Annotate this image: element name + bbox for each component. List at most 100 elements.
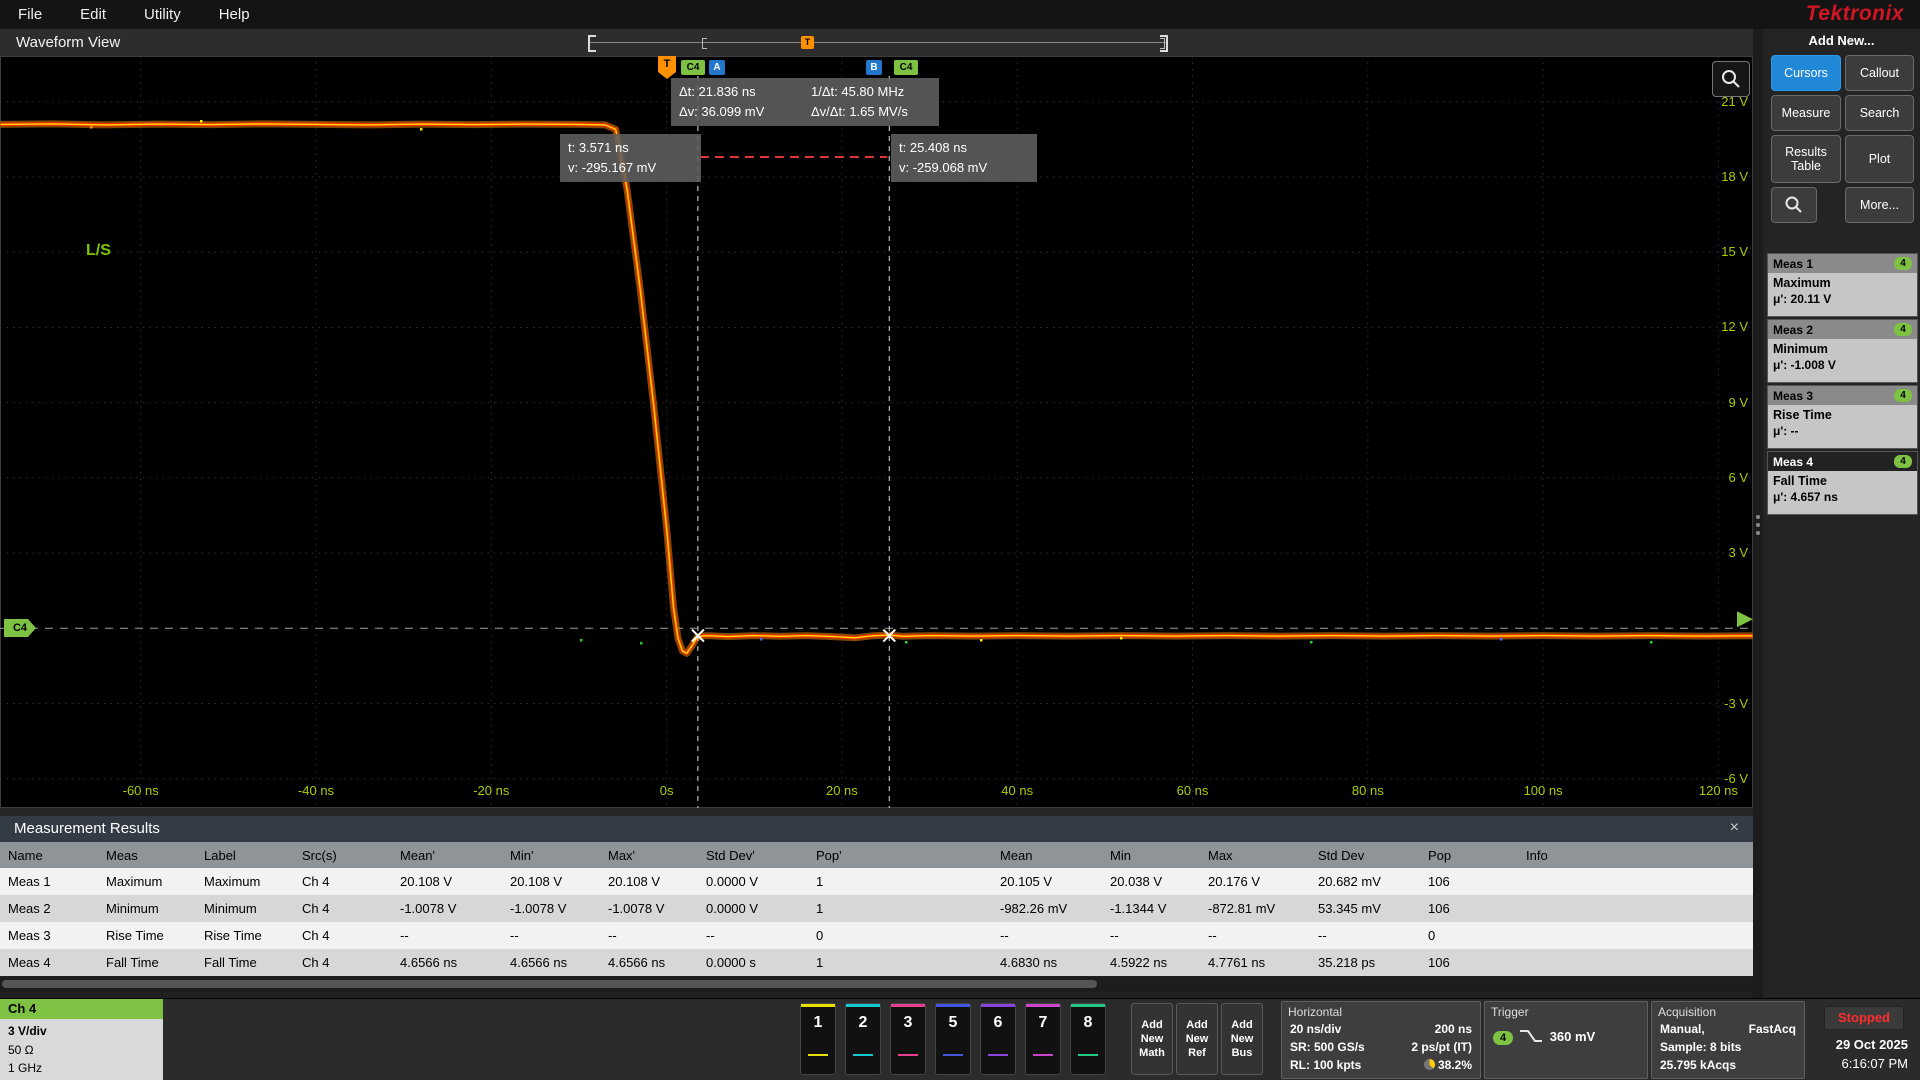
- callout-text[interactable]: L/S: [86, 242, 111, 260]
- cursor-a-time: t: 3.571 ns: [568, 138, 693, 158]
- status-time: 6:16:07 PM: [1842, 1056, 1909, 1071]
- results-row[interactable]: Meas 1MaximumMaximumCh 420.108 V20.108 V…: [0, 868, 1753, 895]
- add-new-ref-button[interactable]: Add New Ref: [1176, 1003, 1218, 1075]
- results-row[interactable]: Meas 3Rise TimeRise TimeCh 4--------0---…: [0, 922, 1753, 949]
- channel-1-button[interactable]: 1: [800, 1003, 836, 1075]
- cursor-b-source-badge: C4: [894, 60, 918, 75]
- trigger-position-marker[interactable]: T: [658, 56, 676, 72]
- results-row[interactable]: Meas 2MinimumMinimumCh 4-1.0078 V-1.0078…: [0, 895, 1753, 922]
- results-cell: 1: [808, 949, 892, 976]
- results-cell: 20.105 V: [992, 868, 1102, 895]
- more-button[interactable]: More...: [1845, 187, 1914, 223]
- measurement-badge[interactable]: Meas 3 4 Rise Time μ': --: [1767, 385, 1918, 449]
- panel-splitter[interactable]: [1753, 29, 1763, 998]
- results-cell: 35.218 ps: [1310, 949, 1420, 976]
- plot-button[interactable]: Plot: [1845, 135, 1914, 183]
- channel-2-button[interactable]: 2: [845, 1003, 881, 1075]
- graticule[interactable]: T C4 A B C4 Δt: 21.836 ns 1/Δt: 45.80 MH…: [0, 56, 1753, 808]
- measurement-name: Meas 4: [1773, 455, 1813, 469]
- measurement-type: Fall Time: [1768, 471, 1917, 488]
- measurement-badge-header: Meas 4 4: [1768, 452, 1917, 471]
- results-cell: 1: [808, 868, 892, 895]
- horizontal-position-navigator[interactable]: T: [588, 34, 1168, 51]
- menu-utility[interactable]: Utility: [144, 6, 181, 23]
- results-cell: Rise Time: [196, 922, 294, 949]
- cursor-delta-readout: Δt: 21.836 ns 1/Δt: 45.80 MHz Δv: 36.099…: [671, 78, 939, 126]
- cursor-b-badge[interactable]: B: [866, 60, 882, 75]
- menu-edit[interactable]: Edit: [80, 6, 106, 23]
- measurement-badge[interactable]: Meas 4 4 Fall Time μ': 4.657 ns: [1767, 451, 1918, 515]
- splitter-handle-icon: [1756, 531, 1760, 535]
- results-title: Measurement Results: [14, 820, 160, 837]
- sample-rate: SR: 500 GS/s: [1290, 1040, 1365, 1054]
- channel-4-badge[interactable]: Ch 4 3 V/div 50 Ω 1 GHz: [0, 999, 163, 1080]
- navigator-left-bracket-icon[interactable]: [588, 35, 596, 52]
- results-column-header: Pop': [808, 842, 892, 868]
- channel-6-button[interactable]: 6: [980, 1003, 1016, 1075]
- measurement-source-badge: 4: [1894, 323, 1912, 336]
- measurement-badge[interactable]: Meas 2 4 Minimum μ': -1.008 V: [1767, 319, 1918, 383]
- trigger-panel[interactable]: Trigger 4 360 mV: [1484, 1001, 1648, 1079]
- channel-trace-preview: [808, 1054, 828, 1056]
- results-cell: Fall Time: [196, 949, 294, 976]
- channel-color-line: [801, 1004, 835, 1007]
- results-column-header: Mean': [392, 842, 502, 868]
- channel-5-button[interactable]: 5: [935, 1003, 971, 1075]
- channel-color-line: [891, 1004, 925, 1007]
- channel-4-settings: 3 V/div 50 Ω 1 GHz: [0, 1019, 163, 1080]
- oscilloscope-app: File Edit Utility Help Tektronix Wavefor…: [0, 0, 1920, 1080]
- results-cell: [892, 922, 992, 949]
- results-cell: --: [1102, 922, 1200, 949]
- results-cell: --: [1200, 922, 1310, 949]
- channel-3-button[interactable]: 3: [890, 1003, 926, 1075]
- waveform-plot: [0, 56, 1753, 808]
- results-scrollbar[interactable]: [0, 977, 1753, 992]
- acquisition-panel[interactable]: Acquisition Manual, FastAcq Sample: 8 bi…: [1651, 1001, 1805, 1079]
- add-ref-line: Ref: [1188, 1046, 1206, 1060]
- channel-8-button[interactable]: 8: [1070, 1003, 1106, 1075]
- channel-color-line: [846, 1004, 880, 1007]
- add-new-math-button[interactable]: Add New Math: [1131, 1003, 1173, 1075]
- cursor-a-badge[interactable]: A: [709, 60, 725, 75]
- results-scrollbar-thumb[interactable]: [2, 980, 1097, 988]
- results-row[interactable]: Meas 4Fall TimeFall TimeCh 44.6566 ns4.6…: [0, 949, 1753, 976]
- navigator-window-left-icon[interactable]: [702, 38, 707, 49]
- results-cell: 4.6566 ns: [502, 949, 600, 976]
- horizontal-panel[interactable]: Horizontal 20 ns/div 200 ns SR: 500 GS/s…: [1281, 1001, 1481, 1079]
- navigator-trigger-icon[interactable]: T: [801, 36, 814, 49]
- results-titlebar: Measurement Results ×: [0, 816, 1753, 842]
- results-cell: -1.0078 V: [502, 895, 600, 922]
- results-cell: 4.7761 ns: [1200, 949, 1310, 976]
- callout-button[interactable]: Callout: [1845, 55, 1914, 91]
- results-cell: --: [992, 922, 1102, 949]
- acquisition-count: 25.795 kAcqs: [1660, 1058, 1736, 1072]
- results-cell: 0: [1420, 922, 1518, 949]
- menu-file[interactable]: File: [18, 6, 42, 23]
- results-table-button[interactable]: Results Table: [1771, 135, 1841, 183]
- results-cell: Meas 2: [0, 895, 98, 922]
- cursors-button[interactable]: Cursors: [1771, 55, 1841, 91]
- zoom-overview-button[interactable]: [1712, 61, 1750, 97]
- add-bus-line: Bus: [1232, 1046, 1253, 1060]
- search-button[interactable]: Search: [1845, 95, 1914, 131]
- channel-trace-preview: [1033, 1054, 1053, 1056]
- results-cell: Ch 4: [294, 922, 392, 949]
- results-column-header: Src(s): [294, 842, 392, 868]
- results-cell: [1518, 949, 1753, 976]
- channel-7-button[interactable]: 7: [1025, 1003, 1061, 1075]
- menu-help[interactable]: Help: [219, 6, 250, 23]
- measure-button[interactable]: Measure: [1771, 95, 1841, 131]
- navigator-window-right-icon[interactable]: [1160, 38, 1165, 49]
- inv-delta-t-value: 1/Δt: 45.80 MHz: [811, 82, 931, 102]
- run-stop-status: Stopped: [1824, 1006, 1904, 1030]
- results-cell: --: [502, 922, 600, 949]
- channel-number: 5: [936, 1014, 970, 1032]
- measurement-badge[interactable]: Meas 1 4 Maximum μ': 20.11 V: [1767, 253, 1918, 317]
- right-sidebar: Add New... Cursors Callout Measure Searc…: [1763, 29, 1920, 998]
- close-icon[interactable]: ×: [1730, 819, 1739, 837]
- results-cell: 20.108 V: [600, 868, 698, 895]
- channel-4-impedance: 50 Ω: [8, 1041, 163, 1060]
- add-new-bus-button[interactable]: Add New Bus: [1221, 1003, 1263, 1075]
- zoom-tool-button[interactable]: [1771, 187, 1817, 223]
- results-cell: -1.0078 V: [600, 895, 698, 922]
